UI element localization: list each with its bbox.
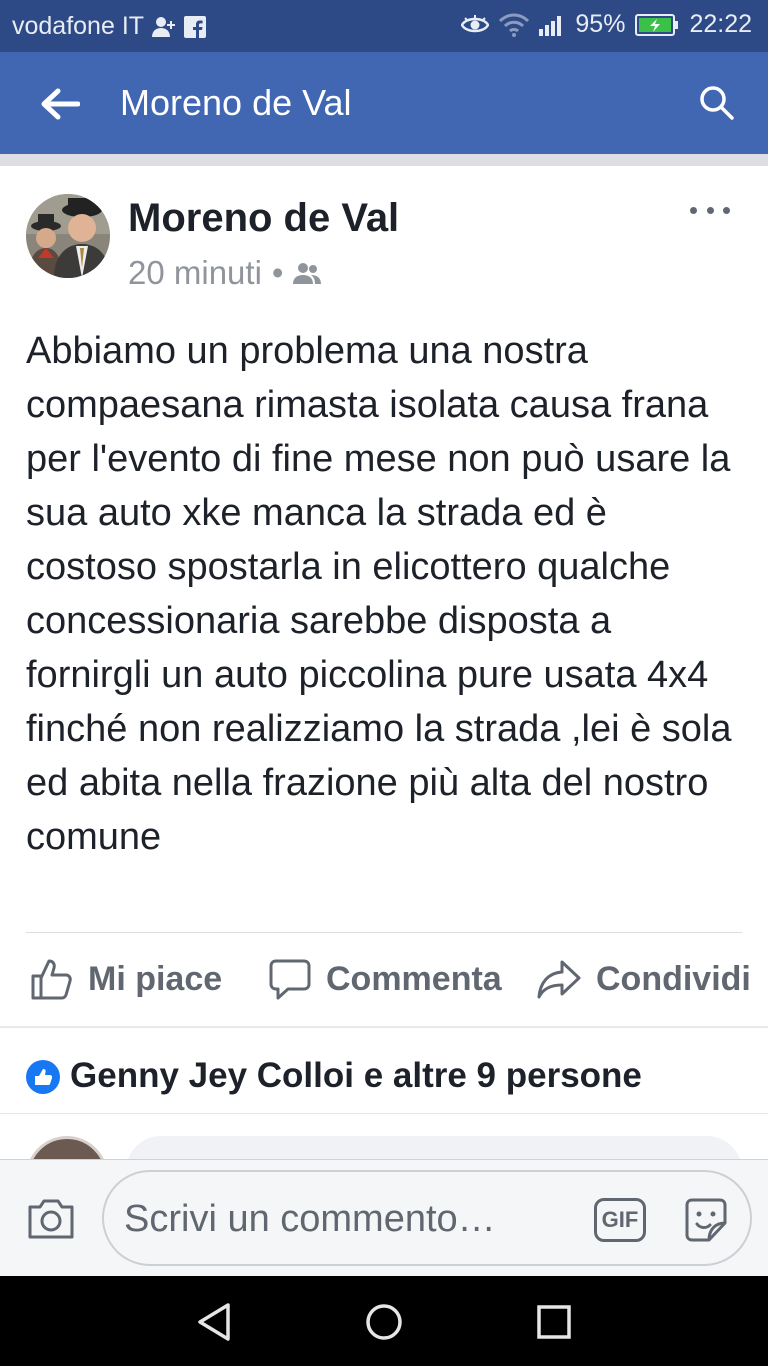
search-icon [700,86,734,120]
back-button[interactable] [36,82,84,126]
share-icon [537,960,581,999]
post-actions: Mi piace Commenta Condividi [0,946,768,1012]
nav-back-button[interactable] [190,1298,238,1346]
likes-summary[interactable]: Genny Jey Colloi e altre 9 persone [0,1027,768,1113]
share-button[interactable]: Condividi [536,946,751,1012]
circle-home-icon [366,1304,402,1340]
share-label: Condividi [596,959,751,998]
like-badge-icon [26,1060,60,1094]
comments-preview [0,1113,768,1159]
camera-icon [28,1199,74,1239]
sticker-button[interactable] [680,1194,732,1246]
nav-recents-button[interactable] [530,1298,578,1346]
post-meta: 20 minuti • [128,254,322,292]
square-recents-icon [537,1305,571,1339]
post-card: Moreno de Val 20 minuti • Abbiamo un pro… [0,166,768,1026]
carrier-name: vodafone IT [12,12,145,40]
triangle-back-icon [198,1303,230,1341]
comment-field[interactable]: GIF [102,1170,752,1266]
author-avatar[interactable] [26,194,110,278]
search-button[interactable] [694,80,738,124]
likes-text: Genny Jey Colloi e altre 9 persone [70,1056,642,1095]
like-label: Mi piace [88,959,223,998]
post-body: Abbiamo un problema una nostra compaesan… [26,330,732,858]
thumbs-up-icon [31,959,72,1000]
camera-button[interactable] [24,1194,78,1244]
post-options-button[interactable] [690,198,730,222]
app-bar: Moreno de Val [0,52,768,154]
person-add-icon [152,16,176,38]
commenter-avatar[interactable] [26,1136,108,1159]
divider [26,932,742,933]
sticker-icon [685,1198,727,1242]
battery-icon [635,13,679,36]
more-dots-icon [690,206,697,214]
like-button[interactable]: Mi piace [30,946,222,1012]
status-bar: vodafone IT 95% 22:22 [0,0,768,52]
meta-separator: • [271,254,284,291]
facebook-icon [184,15,207,38]
separator-strip [0,154,768,166]
gif-button[interactable]: GIF [594,1198,646,1242]
comment-button[interactable]: Commenta [268,946,502,1012]
battery-percent: 95% [575,10,626,38]
comment-composer: GIF [0,1159,768,1276]
comment-input[interactable] [124,1190,564,1248]
system-nav-bar [0,1276,768,1366]
friends-icon [293,263,322,284]
post-time[interactable]: 20 minuti [128,254,262,292]
comment-bubble[interactable] [126,1136,742,1159]
comment-icon [269,959,311,1000]
nav-home-button[interactable] [360,1298,408,1346]
gif-label: GIF [601,1207,639,1232]
signal-icon [539,14,565,36]
comment-label: Commenta [326,959,502,998]
arrow-left-icon [41,88,80,120]
page-title: Moreno de Val [120,82,352,123]
wifi-icon [499,13,530,37]
clock: 22:22 [689,10,752,38]
eye-icon [461,14,490,35]
post-author[interactable]: Moreno de Val [128,196,399,241]
